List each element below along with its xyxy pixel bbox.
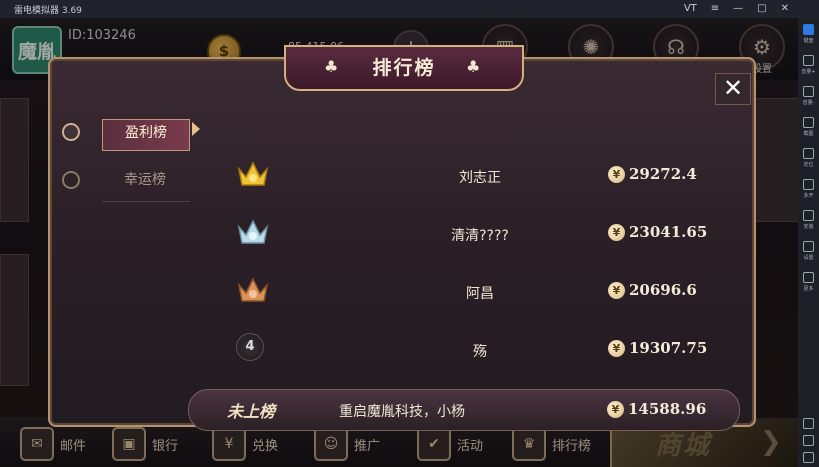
back-icon[interactable] bbox=[803, 418, 814, 429]
sidebar-volume-down[interactable]: 音量- bbox=[798, 80, 819, 111]
emulator-title: 雷电模拟器 3.69 bbox=[14, 5, 82, 16]
multi-window-icon bbox=[803, 178, 814, 190]
unranked-label: 未上榜 bbox=[227, 402, 276, 421]
emulator-sidebar: 键盘 音量+ 音量- 截图 定位 多开 安装 设置 更多 bbox=[798, 18, 819, 467]
divider bbox=[102, 201, 190, 202]
player-amount: ¥ 29272.4 bbox=[608, 165, 697, 183]
my-amount: ¥ 14588.96 bbox=[607, 400, 706, 418]
keyboard-icon bbox=[803, 23, 814, 35]
tab-lucky[interactable]: 幸运榜 bbox=[62, 159, 202, 197]
radio-dot-icon bbox=[62, 123, 80, 141]
ranking-modal: ♣ 排行榜 ♣ ✕ 盈利榜 幸运榜 刘志正 ¥ 29272.4 清清???? ¥… bbox=[48, 45, 756, 431]
tab-profit-label: 盈利榜 bbox=[102, 119, 190, 151]
sidebar-multi[interactable]: 多开 bbox=[798, 173, 819, 204]
ranking-row: 阿昌 ¥ 20696.6 bbox=[230, 273, 740, 313]
modal-title: 排行榜 bbox=[372, 57, 436, 79]
volume-up-icon bbox=[803, 54, 814, 66]
ranking-tabs: 盈利榜 幸运榜 bbox=[50, 93, 200, 423]
player-amount: ¥ 19307.75 bbox=[608, 339, 707, 357]
tab-lucky-label: 幸运榜 bbox=[124, 172, 166, 188]
sidebar-install[interactable]: 安装 bbox=[798, 204, 819, 235]
settings-icon bbox=[803, 240, 814, 252]
minimize-button[interactable]: — bbox=[733, 0, 743, 18]
active-arrow-icon bbox=[192, 122, 200, 136]
sidebar-volume-up[interactable]: 音量+ bbox=[798, 49, 819, 80]
yen-coin-icon: ¥ bbox=[607, 400, 624, 418]
emulator-titlebar: 雷电模拟器 3.69 VT ≡ — □ ✕ bbox=[0, 0, 819, 18]
volume-down-icon bbox=[803, 85, 814, 97]
recent-apps-icon[interactable] bbox=[803, 452, 814, 463]
player-name: 刘志正 bbox=[459, 170, 501, 186]
player-amount: ¥ 23041.65 bbox=[608, 223, 707, 241]
menu-icon[interactable]: ≡ bbox=[711, 0, 719, 18]
sidebar-location[interactable]: 定位 bbox=[798, 142, 819, 173]
location-icon bbox=[803, 147, 814, 159]
ranking-row: 清清???? ¥ 23041.65 bbox=[230, 215, 740, 255]
yen-coin-icon: ¥ bbox=[608, 165, 625, 183]
close-modal-button[interactable]: ✕ bbox=[715, 73, 751, 105]
install-icon bbox=[803, 209, 814, 221]
sidebar-more[interactable]: 更多 bbox=[798, 266, 819, 297]
player-amount: ¥ 20696.6 bbox=[608, 281, 697, 299]
player-name: 阿昌 bbox=[466, 286, 494, 302]
modal-title-plate: ♣ 排行榜 ♣ bbox=[284, 45, 524, 91]
my-name: 重启魔胤科技，小杨 bbox=[339, 404, 465, 420]
sidebar-settings[interactable]: 设置 bbox=[798, 235, 819, 266]
maximize-button[interactable]: □ bbox=[757, 0, 766, 18]
bronze-crown-icon bbox=[236, 275, 272, 307]
vt-indicator[interactable]: VT bbox=[684, 0, 697, 18]
club-icon: ♣ bbox=[466, 57, 481, 76]
sidebar-screenshot[interactable]: 截图 bbox=[798, 111, 819, 142]
gold-crown-icon bbox=[236, 159, 272, 191]
ranking-row: 4 殇 ¥ 19307.75 bbox=[230, 331, 740, 371]
ranking-row: 刘志正 ¥ 29272.4 bbox=[230, 157, 740, 197]
player-name: 清清???? bbox=[451, 228, 509, 244]
tab-profit[interactable]: 盈利榜 bbox=[62, 111, 202, 151]
game-screen: 魔胤 ID:103246 $ 85,415.06 + ▥ ✺ ☊ ⚙ 设置 ✉ … bbox=[0, 18, 798, 467]
close-window-button[interactable]: ✕ bbox=[781, 0, 789, 18]
yen-coin-icon: ¥ bbox=[608, 339, 625, 357]
silver-crown-icon bbox=[236, 217, 272, 249]
yen-coin-icon: ¥ bbox=[608, 223, 625, 241]
window-controls: VT ≡ — □ ✕ bbox=[684, 0, 789, 18]
radio-dot-icon bbox=[62, 171, 80, 189]
home-icon[interactable] bbox=[803, 435, 814, 446]
my-ranking-row: 未上榜 重启魔胤科技，小杨 ¥ 14588.96 bbox=[188, 389, 740, 431]
rank-number-badge: 4 bbox=[236, 333, 264, 361]
sidebar-android-nav bbox=[803, 418, 814, 463]
sidebar-keyboard[interactable]: 键盘 bbox=[798, 18, 819, 49]
screenshot-icon bbox=[803, 116, 814, 128]
yen-coin-icon: ¥ bbox=[608, 281, 625, 299]
more-icon bbox=[803, 271, 814, 283]
player-name: 殇 bbox=[473, 344, 487, 360]
